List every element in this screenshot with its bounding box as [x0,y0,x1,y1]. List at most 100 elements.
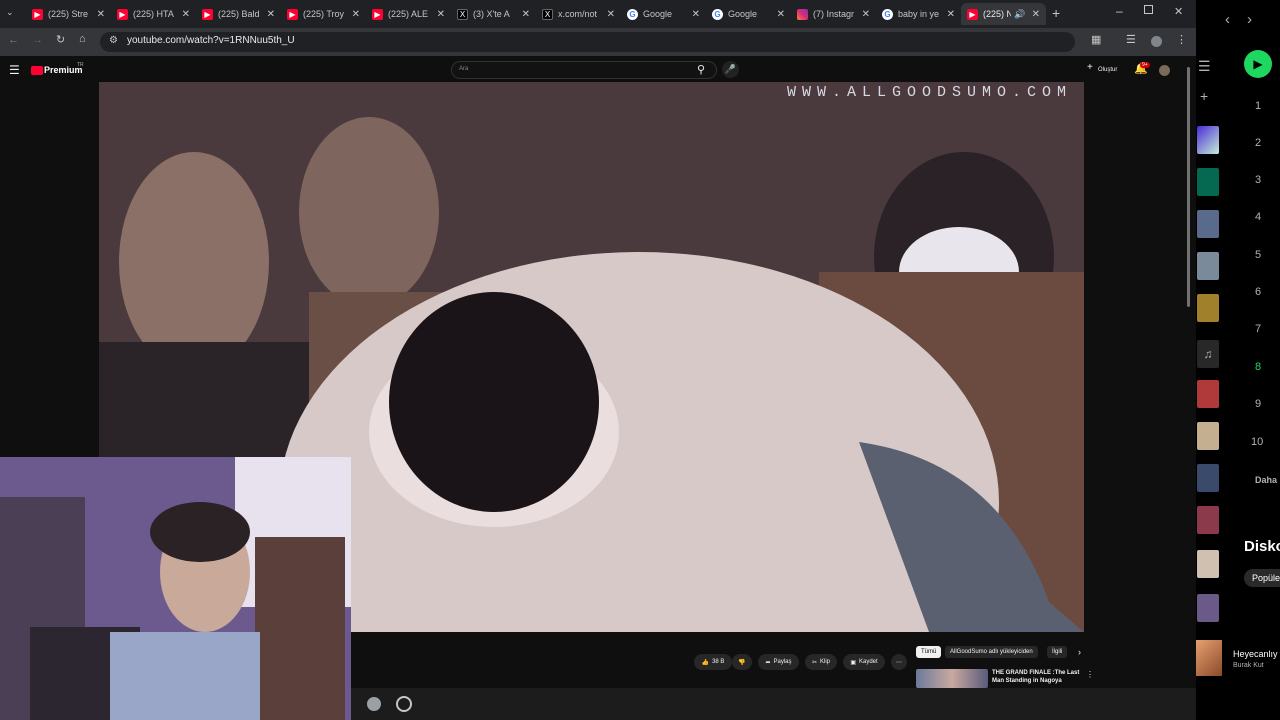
chip-all[interactable]: Tümü [916,646,942,658]
clip-button[interactable]: ✂ Klip [805,654,837,670]
google-icon: G [712,8,723,20]
close-icon[interactable]: ✕ [607,9,615,20]
close-icon[interactable]: ✕ [267,9,275,20]
now-playing-art[interactable] [1196,640,1222,676]
your-episodes-thumb[interactable] [1197,168,1219,196]
popular-filter-chip[interactable]: Popüle [1244,569,1280,587]
track-number: 4 [1255,211,1262,223]
show-more-link[interactable]: Daha [1255,475,1277,485]
browser-tab[interactable]: ▶ (225) Bald ✕ [196,3,281,25]
play-button[interactable]: ▶ [1244,50,1272,78]
browser-tab[interactable]: ▶ (225) ALE ✕ [366,3,451,25]
close-icon[interactable]: ✕ [692,9,700,20]
playlist-thumb[interactable] [1197,294,1219,322]
more-actions-button[interactable]: ⋯ [891,654,907,670]
browser-tab[interactable]: (7) Instagr ✕ [791,3,876,25]
search-box[interactable]: Ara [451,61,717,79]
search-input[interactable]: Ara [459,66,468,72]
close-icon[interactable]: ✕ [437,9,445,20]
playlist-thumb[interactable] [1197,210,1219,238]
forward-arrow-icon[interactable]: → [32,34,43,46]
save-button[interactable]: ▣ Kaydet [843,654,885,670]
create-button[interactable]: Oluştur [1098,67,1117,73]
close-icon[interactable]: ✕ [97,9,105,20]
now-playing-title[interactable]: Heyecanlıy [1233,649,1278,659]
playlist-thumb[interactable] [1197,380,1219,408]
now-playing-artist[interactable]: Burak Kut [1233,662,1264,669]
track-number: 6 [1255,286,1262,298]
recommended-thumbnail[interactable] [916,669,988,688]
browser-tab-active[interactable]: ▶ (225) N 🔊 ✕ [961,3,1046,25]
chatgpt-icon[interactable] [396,696,412,712]
reload-icon[interactable]: ↻ [56,33,65,46]
url-text[interactable]: youtube.com/watch?v=1RNNuu5th_U [127,35,295,46]
chips-next-icon[interactable]: › [1078,647,1081,657]
browser-tab[interactable]: ▶ (225) HTA ✕ [111,3,196,25]
minimize-button[interactable]: – [1116,4,1123,18]
dislike-button[interactable]: 👎 [732,654,752,670]
hamburger-menu-icon[interactable]: ☰ [9,63,20,77]
browser-menu-icon[interactable]: ⋮ [1176,33,1187,46]
close-icon[interactable]: ✕ [522,9,530,20]
create-plus-icon[interactable]: + [1087,62,1093,73]
google-icon: G [882,8,893,20]
instagram-icon [797,8,808,20]
recommended-title-line2[interactable]: Man Standing in Nagoya [992,678,1062,684]
discography-heading: Disko [1244,538,1280,555]
browser-tab[interactable]: G Google ✕ [706,3,791,25]
close-icon[interactable]: ✕ [777,9,785,20]
close-icon[interactable]: ✕ [947,9,955,20]
reading-list-icon[interactable]: ☰ [1126,33,1136,46]
tab-search-chevron-icon[interactable]: ⌄ [6,7,14,18]
like-button[interactable]: 👍 38 B [694,654,732,670]
back-arrow-icon[interactable]: ← [8,34,19,46]
playlist-thumb[interactable] [1197,594,1219,622]
bottom-bar [351,688,1196,720]
video-actions-bar: 👍 38 B 👎 ➦ Paylaş ✂ Klip ▣ Kaydet ⋯ Tümü All… [351,67,1190,688]
extensions-icon[interactable]: ▦ [1091,33,1101,46]
close-icon[interactable]: ✕ [182,9,190,20]
profile-avatar[interactable] [1151,36,1162,47]
close-icon[interactable]: ✕ [352,9,360,20]
playlist-thumb[interactable] [1197,550,1219,578]
spotify-forward-icon[interactable]: › [1247,11,1252,28]
recommended-title-line1[interactable]: THE GRAND FINALE :The Last [992,670,1079,676]
home-icon[interactable]: ⌂ [79,33,86,45]
share-button[interactable]: ➦ Paylaş [758,654,799,670]
track-number: 9 [1255,398,1262,410]
youtube-icon: ▶ [967,8,978,20]
playlist-thumb[interactable] [1197,506,1219,534]
playlist-thumb[interactable] [1197,422,1219,450]
youtube-logo-icon[interactable] [31,66,43,75]
site-info-icon[interactable]: ⚙ [109,35,118,46]
maximize-button[interactable] [1144,5,1153,14]
tab-title: (3) X'te A [473,9,510,19]
liked-songs-thumb[interactable] [1197,126,1219,154]
chip-related[interactable]: İlgili [1047,646,1068,658]
add-icon[interactable]: + [1200,88,1208,104]
app-icon-1[interactable] [367,697,381,711]
page-scrollbar[interactable] [1187,67,1190,307]
search-icon[interactable]: ⚲ [697,63,705,76]
library-icon[interactable]: ☰ [1198,58,1211,75]
browser-tab[interactable]: Gbaby in ye ✕ [876,3,961,25]
close-icon[interactable]: ✕ [1032,9,1040,20]
music-note-icon[interactable]: ♫ [1197,340,1219,368]
browser-tab[interactable]: ▶ (225) Troy ✕ [281,3,366,25]
microphone-icon[interactable]: 🎤 [722,61,739,78]
close-window-button[interactable]: ✕ [1174,5,1183,18]
account-avatar[interactable] [1159,65,1170,76]
browser-tab[interactable]: X (3) X'te A ✕ [451,3,536,25]
playlist-thumb[interactable] [1197,464,1219,492]
recommended-menu-icon[interactable]: ⋮ [1086,670,1094,679]
chip-uploader[interactable]: AllGoodSumo adlı yükleyiciden [945,646,1038,658]
close-icon[interactable]: ✕ [862,9,870,20]
browser-tab[interactable]: Xx.com/not ✕ [536,3,621,25]
new-tab-button[interactable]: + [1052,5,1060,21]
spotify-back-icon[interactable]: ‹ [1225,11,1230,28]
youtube-icon: ▶ [287,8,298,20]
playlist-thumb[interactable] [1197,252,1219,280]
browser-tab[interactable]: ▶ (225) Stre ✕ [26,3,111,25]
speaker-icon[interactable]: 🔊 [1014,9,1025,20]
browser-tab[interactable]: G Google ✕ [621,3,706,25]
